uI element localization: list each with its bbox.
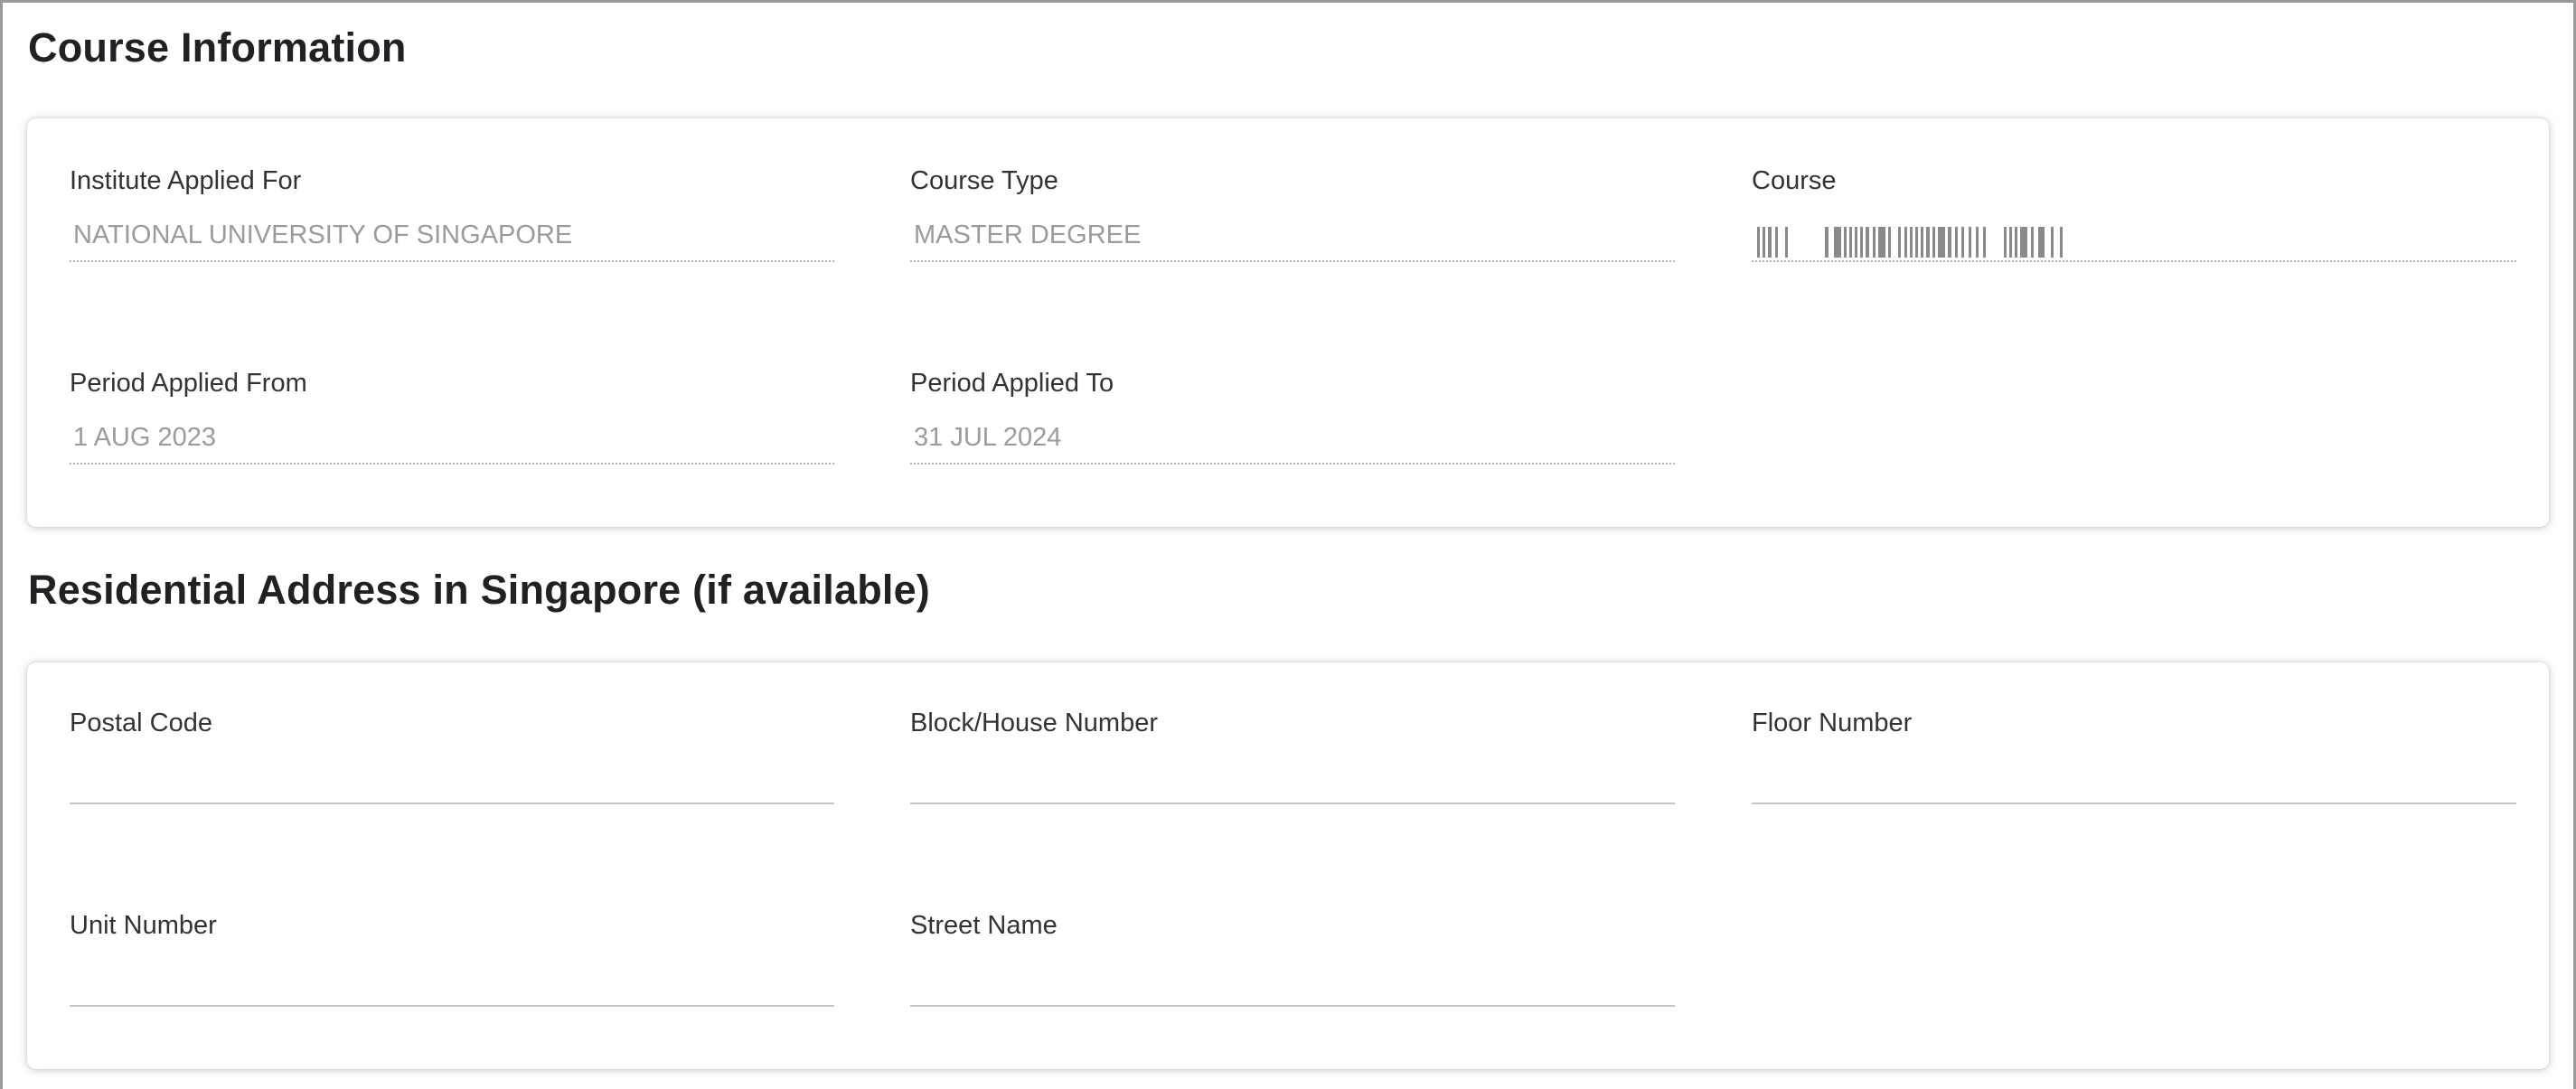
form-window: Course Information Institute Applied For… <box>0 0 2576 1089</box>
postal-code-label: Postal Code <box>70 709 212 737</box>
course-information-heading: Course Information <box>28 24 407 70</box>
block-house-number-label: Block/House Number <box>910 709 1158 737</box>
period-to-input[interactable] <box>910 412 1675 465</box>
street-name-label: Street Name <box>910 911 1058 940</box>
residential-address-heading: Residential Address in Singapore (if ava… <box>28 567 930 613</box>
course-label: Course <box>1752 166 1837 195</box>
residential-address-card: Postal Code Block/House Number Floor Num… <box>27 662 2549 1069</box>
course-type-input[interactable] <box>910 210 1675 262</box>
unit-number-label: Unit Number <box>70 911 217 940</box>
block-house-number-input[interactable] <box>910 752 1675 804</box>
period-from-input[interactable] <box>70 412 834 465</box>
unit-number-input[interactable] <box>70 954 834 1007</box>
floor-number-label: Floor Number <box>1752 709 1913 737</box>
course-information-card: Institute Applied For Course Type Course <box>27 118 2549 527</box>
institute-input[interactable] <box>70 210 834 262</box>
period-from-label: Period Applied From <box>70 369 307 398</box>
institute-label: Institute Applied For <box>70 166 302 195</box>
course-type-label: Course Type <box>910 166 1058 195</box>
redacted-text-icon <box>1757 227 2063 258</box>
postal-code-input[interactable] <box>70 752 834 804</box>
period-to-label: Period Applied To <box>910 369 1114 398</box>
course-input[interactable] <box>1752 210 2516 262</box>
floor-number-input[interactable] <box>1752 752 2516 804</box>
street-name-input[interactable] <box>910 954 1675 1007</box>
